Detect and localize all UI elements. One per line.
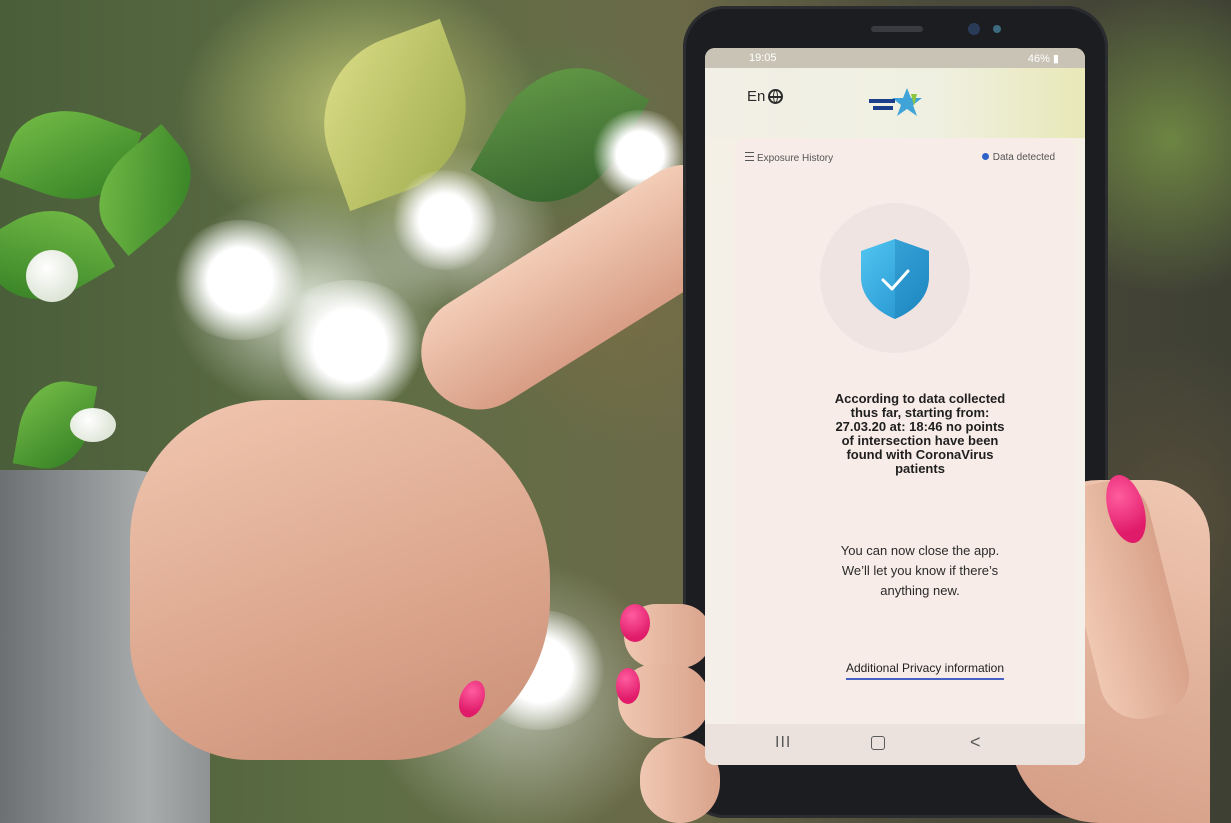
message-line: found with CoronaVirus bbox=[846, 447, 994, 462]
ministry-of-health-logo bbox=[869, 88, 922, 116]
flower-bud bbox=[70, 408, 116, 442]
message-line: 27.03.20 at: 18:46 no points bbox=[835, 419, 1005, 434]
flower-bud bbox=[26, 250, 78, 302]
data-status-label: Data detected bbox=[992, 152, 1055, 163]
android-nav-bar: III < bbox=[705, 724, 1085, 765]
home-button[interactable] bbox=[871, 736, 885, 750]
front-camera bbox=[968, 23, 980, 35]
status-time: 19:05 bbox=[749, 52, 777, 64]
recent-apps-button[interactable]: III bbox=[775, 734, 791, 752]
status-indicators: 46% ▮ bbox=[1027, 53, 1059, 65]
status-card: Exposure History Data detected According… bbox=[735, 138, 1075, 758]
pointing-hand bbox=[130, 400, 550, 760]
data-status: Data detected bbox=[981, 152, 1055, 163]
menu-icon bbox=[745, 152, 754, 161]
globe-icon bbox=[768, 89, 784, 104]
exposure-history-label: Exposure History bbox=[757, 153, 834, 164]
privacy-info-link[interactable]: Additional Privacy information bbox=[845, 661, 1005, 680]
blossom bbox=[270, 280, 430, 410]
sensor bbox=[993, 25, 1001, 33]
status-dot-icon bbox=[981, 153, 989, 160]
phone-screen: 19:05 46% ▮ En Exposure History Data det… bbox=[705, 48, 1085, 765]
message-line: According to data collected bbox=[834, 391, 1006, 406]
close-line: anything new. bbox=[880, 583, 960, 598]
check-shield-icon bbox=[861, 239, 929, 319]
blossom bbox=[390, 170, 500, 270]
privacy-link-container: Additional Privacy information bbox=[800, 659, 1050, 680]
message-line: thus far, starting from: bbox=[850, 405, 990, 420]
language-label: En bbox=[747, 88, 766, 105]
close-line: You can now close the app. bbox=[840, 543, 1000, 558]
phone-speaker bbox=[871, 26, 923, 32]
exposure-history-button[interactable]: Exposure History bbox=[745, 152, 833, 164]
app-header: En bbox=[705, 68, 1085, 138]
close-app-message: You can now close the app. We’ll let you… bbox=[795, 541, 1045, 601]
exposure-result-message: According to data collected thus far, st… bbox=[795, 392, 1045, 476]
status-bar: 19:05 46% ▮ bbox=[705, 48, 1085, 68]
back-button[interactable]: < bbox=[970, 732, 981, 753]
message-line: patients bbox=[895, 461, 945, 476]
close-line: We’ll let you know if there’s bbox=[841, 563, 999, 578]
shield-backdrop bbox=[820, 203, 970, 353]
message-line: of intersection have been bbox=[841, 433, 999, 448]
card-header: Exposure History Data detected bbox=[735, 138, 1075, 164]
fingernail bbox=[620, 604, 650, 642]
language-toggle[interactable]: En bbox=[747, 88, 784, 105]
fingernail bbox=[616, 668, 640, 704]
